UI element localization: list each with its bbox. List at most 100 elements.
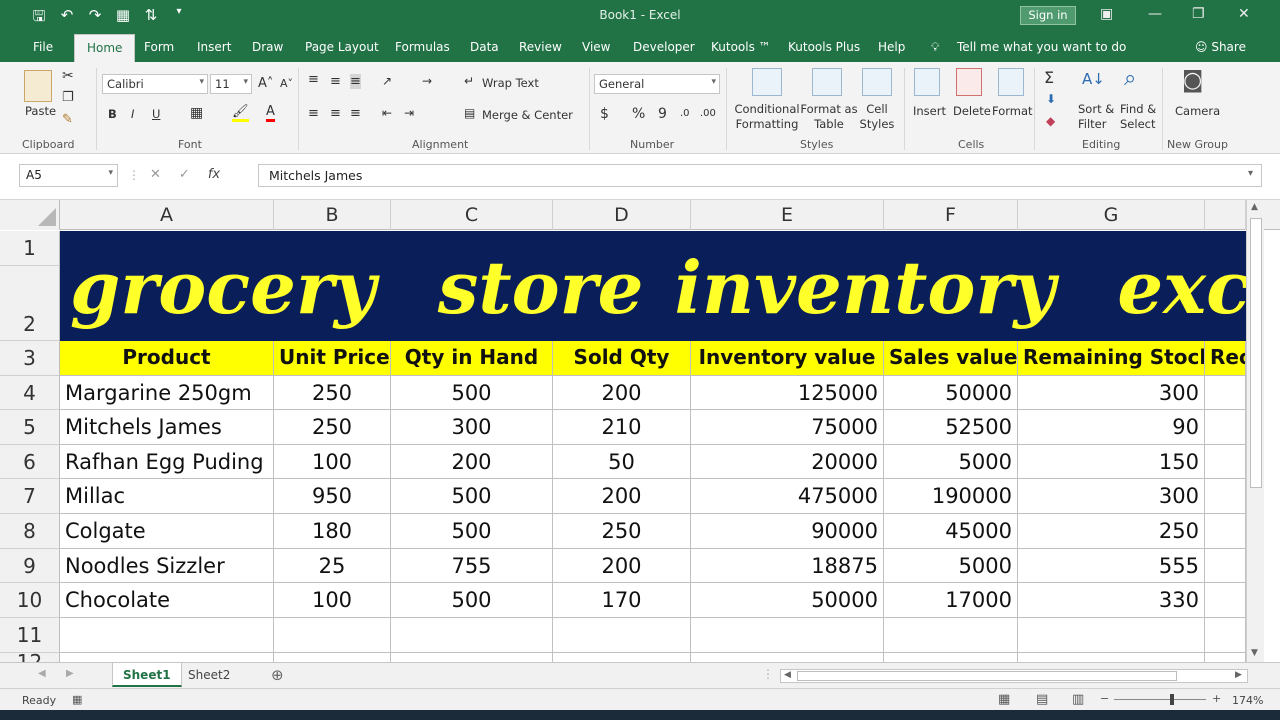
cell-reorder[interactable] <box>1205 583 1246 618</box>
cell-unit-price[interactable]: 100 <box>274 445 391 479</box>
cell-remaining-stock[interactable]: 555 <box>1018 549 1205 583</box>
cell-remaining-stock[interactable]: 250 <box>1018 514 1205 549</box>
format-as-table-button[interactable]: Format as Table <box>800 102 858 132</box>
orientation-icon[interactable]: ↗ <box>382 74 392 88</box>
page-layout-view-icon[interactable]: ▤ <box>1036 692 1048 707</box>
column-header-f[interactable]: F <box>884 200 1018 230</box>
increase-indent-icon[interactable]: ⇥ <box>404 106 414 120</box>
name-box[interactable]: A5 ▾ <box>19 164 118 187</box>
cell-sold-qty[interactable]: 200 <box>553 549 691 583</box>
cell-inventory-value[interactable]: 125000 <box>691 376 884 410</box>
cell-qty-in-hand[interactable]: 500 <box>391 514 553 549</box>
close-icon[interactable]: ✕ <box>1238 6 1250 22</box>
column-header-g[interactable]: G <box>1018 200 1205 230</box>
find-select-button[interactable]: Find & Select <box>1120 102 1156 132</box>
tab-home[interactable]: Home <box>74 34 136 62</box>
tab-draw[interactable]: Draw <box>252 40 283 54</box>
align-center-icon[interactable]: ≡ <box>330 106 341 121</box>
cell-product[interactable]: Rafhan Egg Puding <box>60 445 274 479</box>
empty-cell[interactable] <box>1205 653 1246 662</box>
tab-kutools-plus[interactable]: Kutools Plus <box>788 40 860 54</box>
formula-input[interactable]: Mitchels James <box>258 164 1262 187</box>
cell-inventory-value[interactable]: 18875 <box>691 549 884 583</box>
row-header-7[interactable]: 7 <box>0 479 60 514</box>
bold-button[interactable]: B <box>108 107 117 121</box>
cell-reorder[interactable] <box>1205 410 1246 445</box>
tab-developer[interactable]: Developer <box>633 40 695 54</box>
horizontal-scrollbar[interactable]: ◀ ▶ <box>780 669 1248 683</box>
cell-qty-in-hand[interactable]: 500 <box>391 583 553 618</box>
top-align-icon[interactable]: ≡ <box>308 72 319 87</box>
cell-styles-button[interactable]: Cell Styles <box>854 102 900 132</box>
restore-icon[interactable]: ❐ <box>1192 6 1205 22</box>
scroll-up-icon[interactable]: ▲ <box>1251 202 1258 212</box>
paste-button[interactable]: Paste <box>25 104 56 118</box>
cell-sales-value[interactable]: 5000 <box>884 445 1018 479</box>
cell-sold-qty[interactable]: 200 <box>553 376 691 410</box>
increase-decimal-icon[interactable]: .0 <box>680 108 690 119</box>
empty-cell[interactable] <box>884 653 1018 662</box>
tab-help[interactable]: Help <box>878 40 905 54</box>
zoom-out-icon[interactable]: − <box>1100 692 1109 705</box>
insert-cells-button[interactable]: Insert <box>913 104 946 118</box>
header-remaining-stock[interactable]: Remaining Stock <box>1018 341 1205 376</box>
cell-remaining-stock[interactable]: 330 <box>1018 583 1205 618</box>
row-header-3[interactable]: 3 <box>0 341 60 376</box>
cell-product[interactable]: Chocolate <box>60 583 274 618</box>
cell-unit-price[interactable]: 25 <box>274 549 391 583</box>
header-qty-in-hand[interactable]: Qty in Hand <box>391 341 553 376</box>
bottom-align-icon[interactable]: ≡ <box>350 74 361 89</box>
vertical-scroll-thumb[interactable] <box>1250 218 1262 488</box>
font-color-icon[interactable]: A <box>266 104 275 122</box>
cell-sold-qty[interactable]: 250 <box>553 514 691 549</box>
empty-cell[interactable] <box>1018 653 1205 662</box>
paste-icon[interactable] <box>24 70 52 102</box>
empty-cell[interactable] <box>60 618 274 653</box>
row-header-8[interactable]: 8 <box>0 514 60 549</box>
italic-button[interactable]: I <box>131 107 134 121</box>
tab-kutools[interactable]: Kutools ™ <box>711 40 771 54</box>
camera-icon[interactable]: ◙ <box>1182 68 1203 93</box>
cell-inventory-value[interactable]: 90000 <box>691 514 884 549</box>
cell-remaining-stock[interactable]: 150 <box>1018 445 1205 479</box>
tab-formulas[interactable]: Formulas <box>395 40 450 54</box>
cell-styles-icon[interactable] <box>862 68 892 96</box>
middle-align-icon[interactable]: ≡ <box>330 74 341 89</box>
cell-unit-price[interactable]: 100 <box>274 583 391 618</box>
cell-product[interactable]: Colgate <box>60 514 274 549</box>
empty-cell[interactable] <box>274 653 391 662</box>
expand-formula-icon[interactable]: ▾ <box>1248 168 1253 179</box>
cell-reorder[interactable] <box>1205 479 1246 514</box>
empty-cell[interactable] <box>553 618 691 653</box>
cell-unit-price[interactable]: 950 <box>274 479 391 514</box>
cell-remaining-stock[interactable]: 90 <box>1018 410 1205 445</box>
zoom-level[interactable]: 174% <box>1232 694 1263 707</box>
wrap-text-button[interactable]: Wrap Text <box>482 76 539 90</box>
empty-cell[interactable] <box>884 618 1018 653</box>
delete-cells-icon[interactable] <box>956 68 982 96</box>
cell-unit-price[interactable]: 250 <box>274 376 391 410</box>
header-product[interactable]: Product <box>60 341 274 376</box>
empty-cell[interactable] <box>391 653 553 662</box>
cell-sales-value[interactable]: 45000 <box>884 514 1018 549</box>
column-header-e[interactable]: E <box>691 200 884 230</box>
cell-reorder[interactable] <box>1205 376 1246 410</box>
ribbon-display-icon[interactable]: ▣ <box>1100 6 1113 22</box>
prev-sheet-icon[interactable]: ◀ <box>38 668 46 679</box>
cell-product[interactable]: Millac <box>60 479 274 514</box>
zoom-slider-thumb[interactable] <box>1170 694 1174 705</box>
tab-file[interactable]: File <box>33 40 53 54</box>
tell-me-search[interactable]: Tell me what you want to do <box>957 40 1126 54</box>
cell-sales-value[interactable]: 190000 <box>884 479 1018 514</box>
cell-product[interactable]: Mitchels James <box>60 410 274 445</box>
empty-cell[interactable] <box>691 618 884 653</box>
tab-form[interactable]: Form <box>144 40 174 54</box>
cell-sold-qty[interactable]: 50 <box>553 445 691 479</box>
format-cells-icon[interactable] <box>998 68 1024 96</box>
select-all-corner[interactable] <box>0 200 60 230</box>
macro-record-icon[interactable]: ▦ <box>72 693 82 706</box>
tab-page-layout[interactable]: Page Layout <box>305 40 379 54</box>
cell-product[interactable]: Noodles Sizzler <box>60 549 274 583</box>
cell-qty-in-hand[interactable]: 500 <box>391 479 553 514</box>
currency-button[interactable]: $ <box>600 106 609 122</box>
